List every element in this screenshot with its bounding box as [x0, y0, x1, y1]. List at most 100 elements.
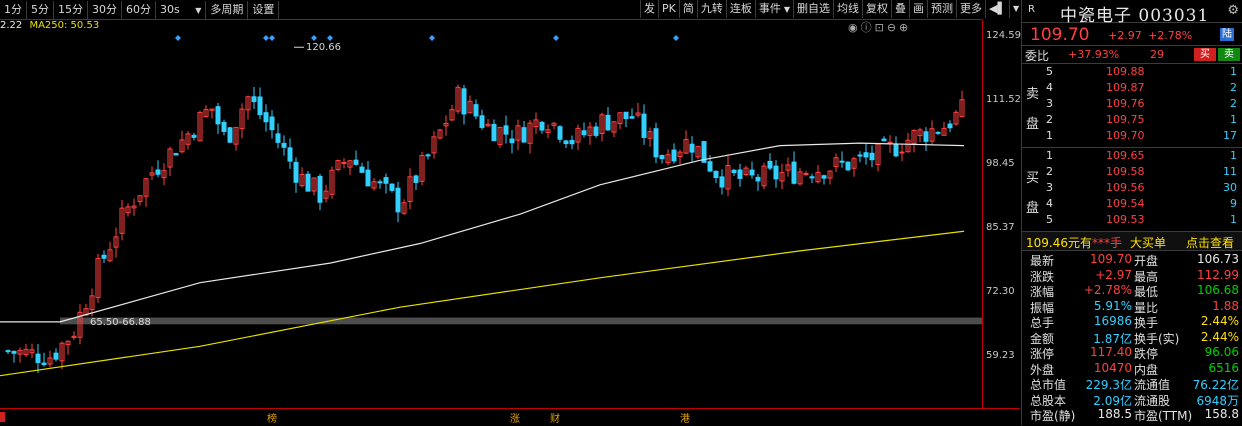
period-1min-button[interactable]: 1分: [0, 0, 27, 19]
tool-remove-watchlist[interactable]: 删自选: [793, 0, 833, 18]
level: 4: [1046, 197, 1053, 210]
signal-diamond-icon: [553, 35, 559, 41]
market-tag: R: [1028, 4, 1035, 15]
volume: 1: [1230, 149, 1237, 162]
candle-body: [413, 175, 419, 183]
event-bar: 榜 涨 财 港: [0, 408, 1020, 426]
event-mark-cai[interactable]: 财: [550, 410, 560, 425]
price: 109.56: [1106, 181, 1145, 194]
candle-body: [503, 125, 509, 135]
event-mark-gang[interactable]: 港: [680, 410, 690, 425]
tool-jian[interactable]: 简: [678, 0, 697, 18]
candle-body: [287, 147, 293, 162]
quote-value: 10470: [1093, 360, 1132, 375]
quote-label: 涨跌: [1030, 269, 1055, 284]
connect-badge: 陆: [1220, 28, 1234, 41]
tool-draw[interactable]: 画: [909, 0, 927, 18]
axis-tick: 72.30: [986, 286, 1015, 297]
volume: 1: [1230, 213, 1237, 226]
axis-tick: 124.59: [986, 30, 1021, 41]
big-buy-row[interactable]: 109.46元有 ***手 大买单 点击查看: [1022, 232, 1242, 251]
candle-body: [809, 176, 815, 179]
zoom-in-icon[interactable]: ⊕: [899, 21, 911, 34]
quote-label: 换手: [1134, 316, 1159, 330]
quote-row: 总股本 2.09亿 流通股 6948万: [1022, 392, 1242, 408]
orderbook-row: 2 109.75 1: [1022, 113, 1242, 129]
quote-row: 涨停 117.40 跌停 96.06: [1022, 345, 1242, 361]
quote-value: 106.73: [1197, 252, 1239, 266]
chevron-down-icon: ▼: [195, 5, 202, 15]
quote-label: 最高: [1134, 269, 1159, 284]
candle-body: [425, 154, 431, 157]
candlestick-chart[interactable]: 120.66 65.50-66.88: [0, 34, 982, 408]
tool-jiuzhuan[interactable]: 九转: [696, 0, 726, 18]
signal-diamond-icon: [269, 35, 275, 41]
candle-body: [383, 177, 389, 184]
quote-value: 2.44%: [1200, 329, 1239, 344]
quote-value: 158.8: [1204, 407, 1239, 421]
quote-value: 117.40: [1090, 345, 1132, 359]
buy-button[interactable]: 买: [1194, 48, 1216, 61]
event-mark-bang[interactable]: 榜: [267, 410, 277, 425]
event-mark-zhang[interactable]: 涨: [510, 410, 520, 425]
period-30s-button[interactable]: 30s ▼: [156, 0, 207, 19]
fit-icon[interactable]: ⊡: [875, 21, 887, 34]
stock-header: R 中瓷电子 003031 ⚙: [1022, 0, 1242, 26]
tool-fa[interactable]: 发: [640, 0, 658, 18]
tool-lianban[interactable]: 连板: [725, 0, 755, 18]
candle-body: [581, 130, 587, 136]
candle-body: [341, 161, 347, 164]
zoom-out-icon[interactable]: ⊖: [887, 21, 899, 34]
price-axis: 124.59 111.52 98.45 85.37 72.30 59.23: [982, 20, 1021, 410]
info-icon[interactable]: ⓘ: [861, 21, 875, 34]
order-diff-value: 29: [1150, 48, 1164, 61]
candle-body: [719, 176, 725, 188]
collapse-panel-icon[interactable]: ◀▌: [985, 0, 1009, 18]
candle-body: [293, 161, 299, 183]
tool-more[interactable]: 更多: [956, 0, 985, 18]
period-30min-button[interactable]: 30分: [88, 0, 122, 19]
candle-body: [539, 121, 545, 131]
signal-diamond-icon: [673, 35, 679, 41]
candle-body: [659, 155, 665, 160]
tool-adjust[interactable]: 复权: [862, 0, 891, 18]
ma-legend: 2.22 MA250: 50.53: [0, 20, 99, 34]
big-buy-link[interactable]: 点击查看: [1186, 234, 1234, 251]
quote-panel: R 中瓷电子 003031 ⚙ 109.70 +2.97 +2.78% 陆 委比…: [1021, 0, 1242, 425]
sell-orderbook: 卖盘 5 109.88 1 4 109.87 2 3 109.76 2 2 109.75 1 1…: [1022, 64, 1242, 148]
level: 1: [1046, 149, 1053, 162]
volume: 30: [1223, 181, 1237, 194]
candle-body: [935, 131, 941, 134]
tool-overlay[interactable]: 叠: [891, 0, 909, 18]
signal-diamond-icon: [263, 35, 269, 41]
tool-pk[interactable]: PK: [658, 0, 679, 18]
period-60min-button[interactable]: 60分: [122, 0, 156, 19]
quote-label: 振幅: [1030, 300, 1055, 315]
tool-events[interactable]: 事件 ▼: [754, 0, 793, 18]
sell-button[interactable]: 卖: [1218, 48, 1240, 61]
quote-value: 229.3亿: [1085, 378, 1132, 392]
orderbook-row: 3 109.76 2: [1022, 97, 1242, 113]
candle-body: [623, 111, 629, 120]
signal-diamond-icon: [311, 35, 317, 41]
tool-forecast[interactable]: 预测: [927, 0, 956, 18]
quote-value: 109.70: [1090, 252, 1132, 266]
quote-label: 涨幅: [1030, 285, 1055, 299]
chart-tools-toolbar: 发 PK 简 九转 连板 事件 ▼ 删自选 均线 复权 叠 画 预测 更多 ◀▌ …: [640, 0, 1019, 18]
period-5min-button[interactable]: 5分: [27, 0, 54, 19]
price: 109.75: [1106, 113, 1145, 126]
eye-icon[interactable]: ◉: [848, 21, 861, 34]
quote-value: 16986: [1093, 314, 1132, 328]
quote-label: 流通股: [1134, 393, 1171, 408]
multi-period-button[interactable]: 多周期: [206, 0, 249, 19]
candle-body: [155, 169, 161, 175]
gear-icon[interactable]: ⚙: [1227, 3, 1239, 18]
quote-value: +2.78%: [1083, 283, 1132, 297]
quote-row: 振幅 5.91% 量比 1.88: [1022, 299, 1242, 315]
settings-button[interactable]: 设置: [248, 0, 280, 19]
period-15min-button[interactable]: 15分: [54, 0, 88, 19]
quote-row: 总市值 229.3亿 流通值 76.22亿: [1022, 376, 1242, 392]
quote-value: 76.22亿: [1192, 378, 1239, 392]
tool-ma[interactable]: 均线: [833, 0, 862, 18]
quote-label: 总手: [1030, 316, 1055, 330]
